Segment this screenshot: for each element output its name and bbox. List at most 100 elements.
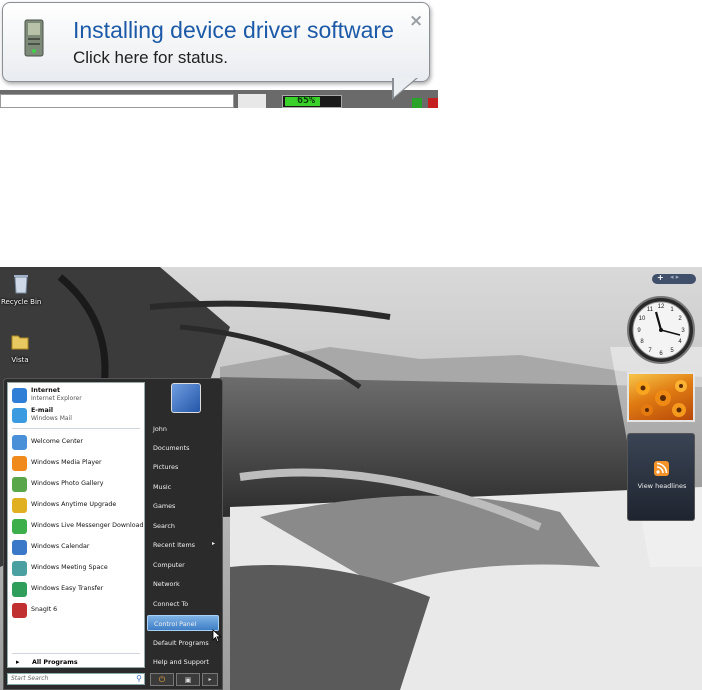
- recent-program-messenger[interactable]: Windows Live Messenger Download: [10, 517, 143, 537]
- power-controls: ⏻ ▣ ▸: [148, 673, 220, 686]
- start-item-help-and-support[interactable]: Help and Support: [147, 654, 219, 670]
- balloon-screenshot: 65% Installing device driver software Cl…: [0, 0, 438, 108]
- start-item-network[interactable]: Network: [147, 576, 219, 592]
- sidebar-controls[interactable]: + ◂ ▸: [652, 273, 696, 284]
- balloon-tail-fill: [394, 78, 416, 97]
- program-name: Windows Easy Transfer: [31, 585, 104, 592]
- start-menu-programs-pane: Internet Internet Explorer E-mail Window…: [7, 382, 145, 668]
- user-picture[interactable]: [171, 383, 201, 413]
- start-menu-divider: [12, 653, 140, 654]
- lock-icon[interactable]: ▣: [176, 673, 200, 686]
- desktop-icon-vista[interactable]: Vista: [0, 330, 40, 364]
- desktop-screenshot: Recycle Bin Vista Internet Internet Expl…: [0, 267, 702, 690]
- close-icon[interactable]: ×: [409, 11, 423, 31]
- balloon-title: Installing device driver software: [73, 17, 394, 43]
- start-item-search[interactable]: Search: [147, 518, 219, 534]
- folder-icon: [11, 335, 29, 350]
- taskbar-meter: 65%: [282, 95, 342, 108]
- recent-program-welcome-center[interactable]: Welcome Center: [10, 433, 142, 453]
- recent-program-media-player[interactable]: Windows Media Player: [10, 454, 142, 474]
- start-item-label: Default Programs: [153, 639, 209, 647]
- program-subtitle: Internet Explorer: [31, 395, 82, 402]
- all-programs-button[interactable]: ▸ All Programs: [10, 657, 142, 668]
- taskbar-button[interactable]: [238, 94, 266, 108]
- start-item-label: Control Panel: [154, 620, 197, 628]
- recycle-bin-icon: [14, 275, 28, 294]
- recent-program-anytime-upgrade[interactable]: Windows Anytime Upgrade: [10, 496, 142, 516]
- start-item-control-panel[interactable]: Control Panel: [147, 615, 219, 631]
- notification-balloon[interactable]: Installing device driver software Click …: [2, 2, 430, 82]
- power-icon[interactable]: ⏻: [150, 673, 174, 686]
- meeting-space-icon: [12, 561, 27, 576]
- start-item-computer[interactable]: Computer: [147, 557, 219, 573]
- internet-explorer-icon: [12, 388, 27, 403]
- chevron-right-icon[interactable]: ▸: [202, 673, 218, 686]
- view-headlines-link[interactable]: View headlines: [628, 482, 696, 490]
- start-item-recent-items[interactable]: Recent Items ▸: [147, 537, 219, 553]
- device-driver-icon: [24, 19, 44, 57]
- clock-gadget[interactable]: 12 1 2 3 4 5 6 7 8 9 10 11: [626, 295, 696, 365]
- start-item-music[interactable]: Music: [147, 479, 219, 495]
- clock-numeral: 11: [647, 307, 654, 313]
- start-item-label: Network: [153, 580, 180, 588]
- program-name: Welcome Center: [31, 438, 83, 445]
- easy-transfer-icon: [12, 582, 27, 597]
- clock-numeral: 10: [639, 316, 646, 322]
- recent-program-easy-transfer[interactable]: Windows Easy Transfer: [10, 580, 142, 600]
- start-item-label: Documents: [153, 444, 190, 452]
- feed-headlines-gadget[interactable]: View headlines: [627, 433, 695, 521]
- desktop-icon-label: Vista: [11, 356, 29, 364]
- start-item-default-programs[interactable]: Default Programs: [147, 635, 219, 651]
- balloon-status-link[interactable]: Click here for status.: [73, 48, 228, 68]
- start-item-label: Pictures: [153, 463, 179, 471]
- program-name: Windows Photo Gallery: [31, 480, 104, 487]
- mouse-cursor-icon: [212, 629, 222, 643]
- pinned-program-email[interactable]: E-mail Windows Mail: [10, 406, 142, 426]
- sidebar-nav-arrows[interactable]: ◂ ▸: [670, 273, 679, 281]
- start-item-label: John: [153, 425, 167, 433]
- slideshow-gadget[interactable]: [627, 372, 695, 422]
- start-item-label: Recent Items: [153, 541, 195, 549]
- search-icon[interactable]: ⚲: [136, 674, 142, 683]
- recent-program-meeting-space[interactable]: Windows Meeting Space: [10, 559, 142, 579]
- clock-numeral: 12: [658, 304, 665, 310]
- messenger-icon: [12, 519, 27, 534]
- flower-photo: [636, 380, 687, 417]
- taskbar-strip: 65%: [0, 90, 438, 108]
- start-item-label: Search: [153, 522, 175, 530]
- program-name: Windows Media Player: [31, 459, 102, 466]
- add-gadget-icon[interactable]: +: [657, 273, 664, 282]
- program-name: E-mail: [31, 407, 54, 414]
- calendar-icon: [12, 540, 27, 555]
- program-name: Internet: [31, 387, 60, 394]
- start-item-games[interactable]: Games: [147, 498, 219, 514]
- start-search-input[interactable]: Start Search ⚲: [7, 673, 145, 685]
- program-name: Windows Meeting Space: [31, 564, 108, 571]
- start-item-label: Connect To: [153, 600, 189, 608]
- start-item-label: Music: [153, 483, 172, 491]
- windows-mail-icon: [12, 408, 27, 423]
- start-item-connect-to[interactable]: Connect To: [147, 596, 219, 612]
- program-name: Windows Anytime Upgrade: [31, 501, 117, 508]
- recent-program-snagit[interactable]: SnagIt 6: [10, 601, 142, 621]
- start-item-john[interactable]: John: [147, 421, 219, 437]
- start-item-pictures[interactable]: Pictures: [147, 459, 219, 475]
- desktop-icon-recycle-bin[interactable]: Recycle Bin: [1, 272, 41, 306]
- start-item-documents[interactable]: Documents: [147, 440, 219, 456]
- rss-icon: [654, 461, 669, 476]
- recent-program-photo-gallery[interactable]: Windows Photo Gallery: [10, 475, 142, 495]
- tray-alert-icon[interactable]: [428, 98, 438, 108]
- start-menu-places-pane: John Documents Pictures Music Games Sear…: [146, 379, 222, 689]
- start-item-label: Games: [153, 502, 176, 510]
- program-name: SnagIt 6: [31, 606, 58, 613]
- photo-gallery-icon: [12, 477, 27, 492]
- start-menu: Internet Internet Explorer E-mail Window…: [3, 378, 223, 690]
- welcome-center-icon: [12, 435, 27, 450]
- recent-program-calendar[interactable]: Windows Calendar: [10, 538, 142, 558]
- desktop-icon-label: Recycle Bin: [1, 298, 42, 306]
- pinned-program-internet[interactable]: Internet Internet Explorer: [10, 386, 142, 406]
- program-name: Windows Calendar: [31, 543, 90, 550]
- taskbar-address-field[interactable]: [0, 94, 234, 108]
- media-player-icon: [12, 456, 27, 471]
- chevron-right-icon: ▸: [16, 658, 20, 666]
